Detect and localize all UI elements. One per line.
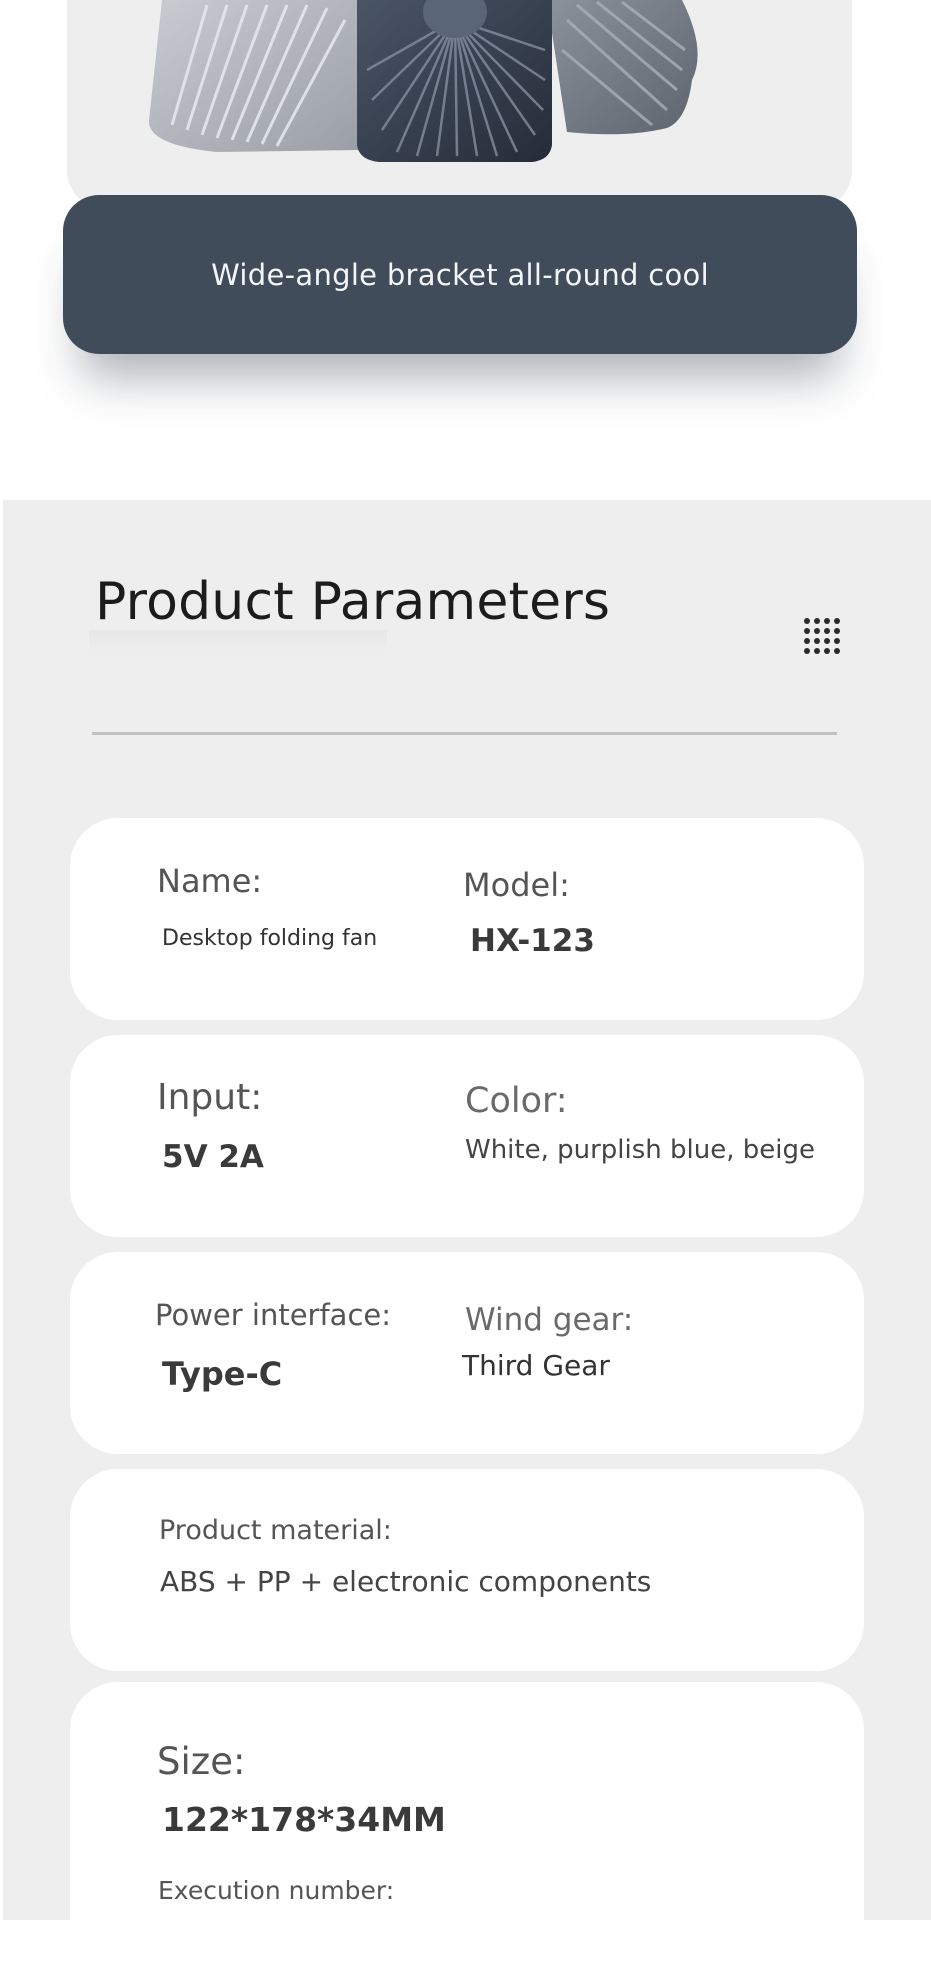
product-parameters-section: Product Parameters Name: Desktop folding…: [3, 500, 931, 1982]
title-underlay: [89, 630, 387, 658]
param-card-input-color: Input: 5V 2A Color: White, purplish blue…: [70, 1035, 864, 1237]
color-value: White, purplish blue, beige: [465, 1135, 815, 1165]
wind-gear-value: Third Gear: [462, 1349, 610, 1382]
material-value: ABS + PP + electronic components: [160, 1565, 652, 1598]
power-interface-value: Type-C: [162, 1355, 283, 1393]
wind-gear-label: Wind gear:: [465, 1302, 634, 1338]
dot-grid-icon: [804, 618, 840, 654]
model-value: HX-123: [470, 923, 595, 959]
input-label: Input:: [157, 1077, 263, 1118]
feature-banner: Wide-angle bracket all-round cool: [63, 195, 857, 354]
section-divider: [92, 732, 837, 735]
size-label: Size:: [157, 1740, 246, 1783]
execution-number-label: Execution number:: [158, 1876, 395, 1905]
input-value: 5V 2A: [162, 1139, 264, 1175]
param-card-name-model: Name: Desktop folding fan Model: HX-123: [70, 818, 864, 1020]
section-title: Product Parameters: [95, 572, 611, 632]
material-label: Product material:: [159, 1515, 392, 1546]
product-image-card: [67, 0, 852, 210]
param-card-size: Size: 122*178*34MM Execution number:: [70, 1682, 864, 1982]
power-interface-label: Power interface:: [155, 1298, 392, 1332]
model-label: Model:: [463, 866, 570, 904]
param-card-power-wind: Power interface: Type-C Wind gear: Third…: [70, 1252, 864, 1454]
name-label: Name:: [157, 862, 263, 900]
size-value: 122*178*34MM: [162, 1800, 446, 1839]
name-value: Desktop folding fan: [162, 926, 378, 951]
param-card-material: Product material: ABS + PP + electronic …: [70, 1469, 864, 1671]
feature-banner-text: Wide-angle bracket all-round cool: [211, 257, 709, 292]
folding-fan-image: [148, 0, 698, 162]
color-label: Color:: [465, 1081, 568, 1121]
